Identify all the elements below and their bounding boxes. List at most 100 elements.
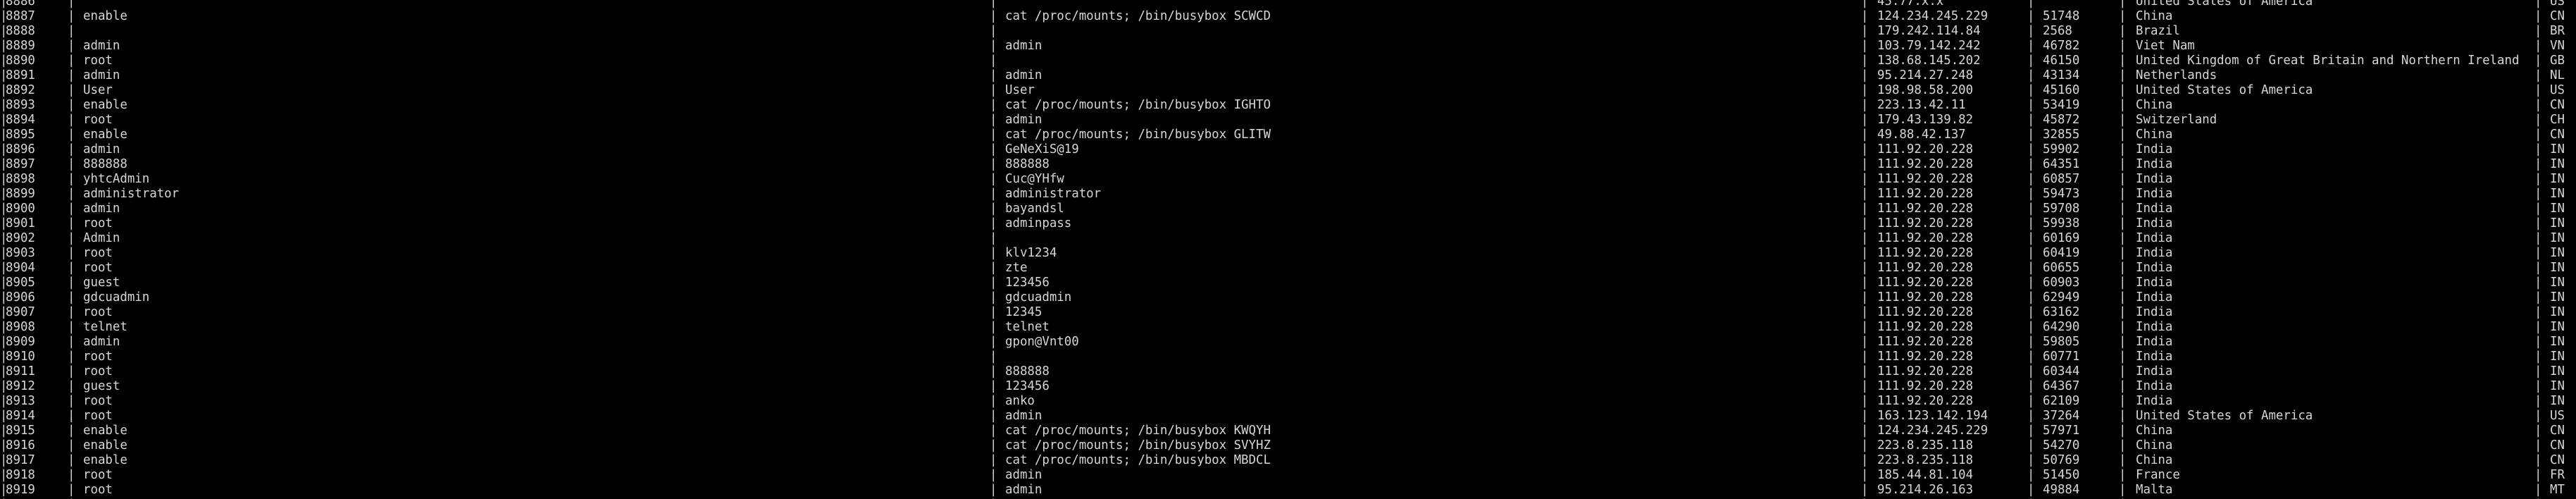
column-separator: | <box>2119 453 2127 467</box>
port-cell: 49884 <box>2043 483 2080 497</box>
column-separator: | <box>2119 468 2127 482</box>
column-separator: | <box>68 246 75 260</box>
row-id: 8904 <box>6 261 35 275</box>
ip-address-cell: 111.92.20.228 <box>1877 142 1974 156</box>
country-code-cell: CN <box>2550 438 2565 452</box>
country-cell: China <box>2136 453 2173 467</box>
column-separator: | <box>1861 483 1869 497</box>
row-id: 8917 <box>6 453 35 467</box>
country-cell: China <box>2136 98 2173 112</box>
table-row: | | | | | | | 8897 888888 888888 111.92.20.228 6435… <box>0 157 2576 172</box>
table-row: | | | | | | | 8912 guest 123456 111.92.20.228 64367… <box>0 379 2576 394</box>
column-separator: | <box>2119 68 2127 82</box>
password-cell: admin <box>1005 468 1043 482</box>
column-separator: | <box>68 128 75 142</box>
column-separator: | <box>1861 98 1869 112</box>
column-separator: | <box>2534 39 2542 53</box>
country-cell: Netherlands <box>2136 68 2217 82</box>
country-code-cell: IN <box>2550 305 2565 319</box>
country-code-cell: IN <box>2550 335 2565 349</box>
port-cell: 43134 <box>2043 68 2080 82</box>
port-cell: 46782 <box>2043 39 2080 53</box>
username-cell: administrator <box>83 187 180 201</box>
row-id: 8892 <box>6 83 35 97</box>
table-row: | | | | | | | 8908 telnet telnet 111.92.20.228 6429… <box>0 320 2576 335</box>
column-separator: | <box>1861 142 1869 156</box>
column-separator: | <box>68 172 75 186</box>
country-cell: India <box>2136 305 2173 319</box>
country-cell: India <box>2136 187 2173 201</box>
country-cell: India <box>2136 172 2173 186</box>
ip-address-cell: 185.44.81.104 <box>1877 468 1974 482</box>
username-cell: enable <box>83 9 127 23</box>
column-separator: | <box>2119 9 2127 23</box>
country-code-cell: FR <box>2550 468 2565 482</box>
password-cell: admin <box>1005 483 1043 497</box>
country-code-cell: CN <box>2550 453 2565 467</box>
row-id: 8894 <box>6 113 35 127</box>
column-separator: | <box>2119 98 2127 112</box>
column-separator: | <box>2119 39 2127 53</box>
username-cell: yhtcAdmin <box>83 172 150 186</box>
ip-address-cell: 111.92.20.228 <box>1877 246 1974 260</box>
country-code-cell: CN <box>2550 9 2565 23</box>
country-cell: India <box>2136 231 2173 245</box>
column-separator: | <box>1861 83 1869 97</box>
port-cell: 62109 <box>2043 394 2080 408</box>
row-id: 8911 <box>6 364 35 378</box>
password-cell: admin <box>1005 68 1043 82</box>
password-cell: Cuc@YHfw <box>1005 172 1064 186</box>
password-cell: admin <box>1005 409 1043 423</box>
column-separator: | <box>68 453 75 467</box>
column-separator: | <box>1861 39 1869 53</box>
column-separator: | <box>2534 409 2542 423</box>
username-cell: root <box>83 364 113 378</box>
port-cell: 2568 <box>2043 24 2072 38</box>
column-separator: | <box>68 261 75 275</box>
port-cell: 53419 <box>2043 98 2080 112</box>
column-separator: | <box>1861 350 1869 364</box>
column-separator: | <box>2119 231 2127 245</box>
column-separator: | <box>2534 364 2542 378</box>
table-row: | | | | | | | 8894 root admin 179.43.139.82 45872 Sw… <box>0 113 2576 128</box>
port-cell: 64290 <box>2043 320 2080 334</box>
country-cell: India <box>2136 320 2173 334</box>
column-separator: | <box>2119 483 2127 497</box>
port-cell: 37264 <box>2043 409 2080 423</box>
country-code-cell: US <box>2550 409 2565 423</box>
row-id: 8913 <box>6 394 35 408</box>
column-separator: | <box>2119 216 2127 230</box>
username-cell: root <box>83 468 113 482</box>
column-separator: | <box>2534 216 2542 230</box>
port-cell: 45160 <box>2043 83 2080 97</box>
password-cell: gpon@Vnt00 <box>1005 335 1079 349</box>
terminal-window[interactable]: | | | | | | | 8886 45.77.x.x United States of Ame… <box>0 0 2576 499</box>
column-separator: | <box>2534 320 2542 334</box>
username-cell: telnet <box>83 320 127 334</box>
ip-address-cell: 223.8.235.118 <box>1877 438 1974 452</box>
column-separator: | <box>2534 483 2542 497</box>
password-cell: cat /proc/mounts; /bin/busybox SVYHZ <box>1005 438 1271 452</box>
column-separator: | <box>2534 202 2542 216</box>
column-separator: | <box>2534 113 2542 127</box>
port-cell: 51450 <box>2043 468 2080 482</box>
country-cell: India <box>2136 379 2173 393</box>
username-cell: root <box>83 483 113 497</box>
country-cell: United Kingdom of Great Britain and Nort… <box>2136 54 2520 68</box>
country-cell: France <box>2136 468 2180 482</box>
column-separator: | <box>1861 438 1869 452</box>
column-separator: | <box>68 24 75 38</box>
column-separator: | <box>2534 394 2542 408</box>
ip-address-cell: 111.92.20.228 <box>1877 157 1974 171</box>
row-id: 8891 <box>6 68 35 82</box>
column-separator: | <box>1861 305 1869 319</box>
ip-address-cell: 45.77.x.x <box>1877 0 1944 8</box>
column-separator: | <box>68 409 75 423</box>
column-separator: | <box>68 0 75 8</box>
column-separator: | <box>2119 424 2127 438</box>
row-id: 8895 <box>6 128 35 142</box>
country-code-cell: IN <box>2550 142 2565 156</box>
column-separator: | <box>2119 157 2127 171</box>
column-separator: | <box>2534 453 2542 467</box>
username-cell: admin <box>83 68 120 82</box>
